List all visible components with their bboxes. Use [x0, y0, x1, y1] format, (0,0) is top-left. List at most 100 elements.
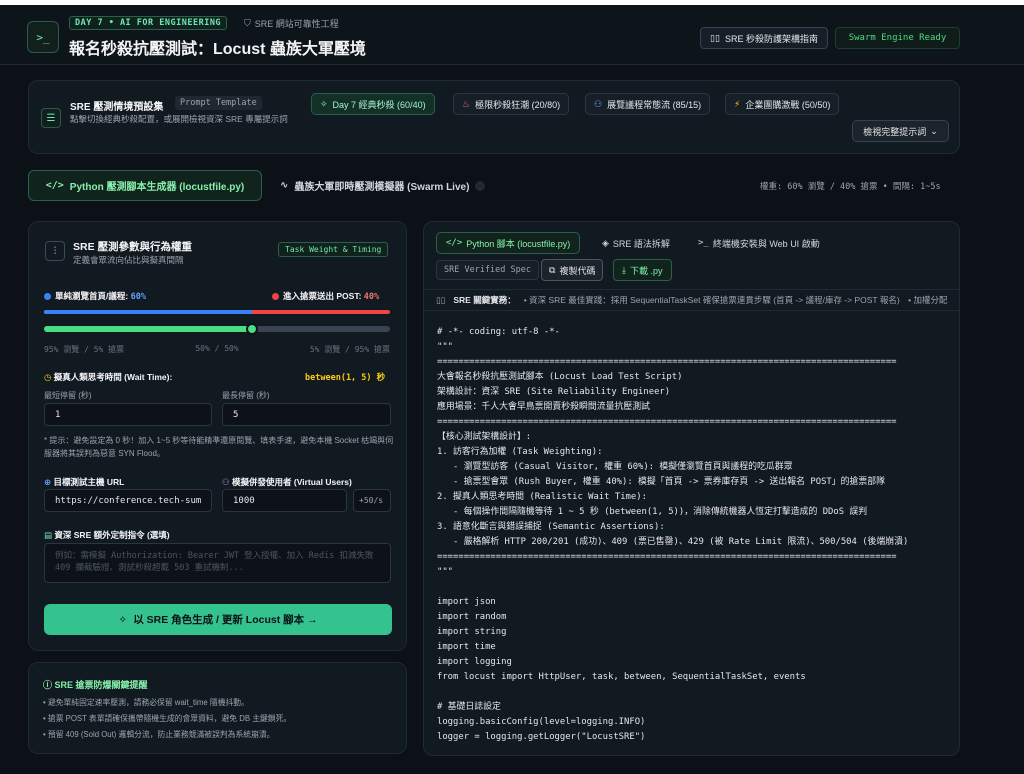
book-icon: ▯▯ [710, 32, 720, 43]
copy-code-button[interactable]: ⧉ 複製代碼 [541, 259, 604, 281]
extra-instructions-textarea[interactable]: 例如：需模擬 Authorization: Bearer JWT 登入授權、加入… [44, 543, 391, 583]
bolt-icon: ⚡ [734, 98, 741, 109]
extra-label: ▤ 資深 SRE 額外定制指令 (選填) [44, 530, 170, 540]
file-text-icon: ▤ [44, 530, 53, 540]
code-line: ========================================… [437, 357, 897, 367]
buy-label: 進入搶票送出 POST: 40% [272, 290, 379, 302]
code-line: """ [437, 567, 454, 577]
code-line: 3. 語意化斷言與錯誤捕捉 (Semantic Assertions): [437, 522, 665, 532]
prompt-template-tag: Prompt Template [175, 96, 262, 110]
host-label: ⊕ 目標測試主機 URL [44, 477, 125, 487]
browse-percent: 60% [130, 292, 146, 302]
code-line: 1. 訪客行為加權 (Task Weighting): [437, 447, 603, 457]
slider-ticks: 95% 瀏覽 / 5% 搶票 50% / 50% 5% 瀏覽 / 95% 搶票 [44, 344, 390, 355]
layers-icon: ◈ [602, 237, 609, 248]
preset-panel: ☰ SRE 壓測情境預設集 Prompt Template 點擊切換經典秒殺配置… [28, 80, 960, 154]
app-window: >_ DAY 7 • AI FOR ENGINEERING ⛉ SRE 網站可靠性… [0, 0, 1024, 774]
code-line: logging.basicConfig(level=logging.INFO) [437, 717, 646, 727]
host-url-input[interactable]: https://conference.tech-sum [44, 489, 212, 512]
guide-button[interactable]: ▯▯ SRE 秒殺防護架構指南 [700, 27, 828, 49]
flame-icon: ♨ [462, 98, 471, 109]
code-line: import string [437, 627, 507, 637]
tip-item: • 避免單純固定速率壓測，請務必保留 wait_time 隨機抖動。 [43, 698, 249, 707]
sre-label: ⛉ SRE 網站可靠性工程 [244, 18, 339, 29]
code-tab-script[interactable]: </> Python 腳本 (locustfile.py) [436, 232, 581, 254]
users-icon: ⚇ [594, 98, 603, 109]
verified-spec-badge: SRE Verified Spec [436, 260, 539, 280]
book-icon: ▯▯ [436, 294, 446, 305]
preset-chip-extreme[interactable]: ♨ 極限秒殺狂潮 (20/80) [453, 93, 570, 115]
tab-generator[interactable]: </> Python 壓測腳本生成器 (locustfile.py) [28, 170, 262, 201]
sparkle-icon: ✧ [118, 613, 128, 626]
params-title: SRE 壓測參數與行為權重 [73, 241, 193, 253]
tip-item: • 預留 409 (Sold Out) 邏輯分流，防止業務競滿被誤判為系統崩潰。 [43, 730, 275, 739]
code-tab-terminal[interactable]: >_ 終端機安裝與 Web UI 啟動 [698, 232, 820, 254]
max-wait-label: 最長停留 (秒) [222, 391, 270, 400]
red-dot-icon [272, 293, 279, 300]
globe-icon: ⊕ [44, 477, 52, 487]
weight-summary: 權重: 60% 瀏覽 / 40% 搶票 • 間隔: 1~5s [760, 182, 941, 192]
browse-label: 單純瀏覽首頁/議程: 60% [44, 290, 146, 302]
code-icon: </> [45, 180, 64, 191]
code-editor[interactable]: # -*- coding: utf-8 -*- """ ==============… [437, 325, 957, 745]
generate-button[interactable]: ✧ 以 SRE 角色生成 / 更新 Locust 腳本 → [44, 604, 392, 635]
code-line: import time [437, 642, 496, 652]
users-icon: ⚇ [222, 477, 230, 487]
min-wait-input[interactable]: 1 [44, 403, 212, 426]
terminal-logo-icon: >_ [27, 21, 59, 53]
tips-list: • 避免單純固定速率壓測，請務必保留 wait_time 隨機抖動。 • 搶票 … [43, 695, 291, 743]
preset-chip-classic[interactable]: ✧ Day 7 經典秒殺 (60/40) [311, 93, 435, 115]
engine-status-badge: Swarm Engine Ready [835, 27, 960, 49]
code-tab-breakdown[interactable]: ◈ SRE 語法拆解 [602, 232, 670, 254]
slider-handle[interactable] [245, 323, 258, 335]
code-line: 應用場景：千人大會早鳥票開賣秒殺瞬間流量抗壓測試 [437, 402, 650, 412]
preset-title: SRE 壓測情境預設集 [70, 102, 164, 113]
insight-bar: ▯▯ SRE 關鍵實務： • 資深 SRE 最佳實踐：採用 SequentialTa… [424, 289, 959, 311]
activity-icon: ∿ [280, 180, 289, 191]
wait-value: between(1, 5) 秒 [305, 373, 386, 383]
live-dot-icon [475, 180, 486, 191]
wait-note: * 提示：避免設定為 0 秒！加入 1~5 秒等待能精準還原閱覽、填表手速，避免… [44, 436, 394, 458]
sparkle-icon: ✧ [320, 98, 328, 109]
tip-item: • 搶票 POST 表單請確保攜帶隨機生成的會眾資料，避免 DB 主鍵鎖死。 [43, 714, 292, 723]
code-line: 2. 擬真人類思考時間 (Realistic Wait Time): [437, 492, 647, 502]
settings-sliders-icon: ⫶ [45, 241, 65, 261]
virtual-users-input[interactable]: 1000 [222, 489, 347, 512]
tips-panel: ⓘ SRE 搶票防爆關鍵提醒 • 避免單純固定速率壓測，請務必保留 wait_t… [28, 662, 407, 754]
copy-icon: ⧉ [549, 264, 556, 275]
shield-check-icon: ⛉ [244, 18, 251, 28]
tab-swarm-live[interactable]: ∿ 蟲族大軍即時壓測模擬器 (Swarm Live) [280, 170, 486, 201]
view-full-prompt-button[interactable]: 檢視完整提示詞 ⌄ [852, 120, 949, 142]
download-icon: ⤓ [622, 264, 626, 275]
buy-percent: 40% [363, 292, 380, 302]
weight-slider[interactable] [44, 323, 390, 335]
wait-label: ◷ 擬真人類思考時間 (Wait Time): [44, 372, 173, 382]
code-panel: </> Python 腳本 (locustfile.py) ◈ SRE 語法拆解 >… [423, 221, 960, 756]
code-line: # 基礎日誌設定 [437, 702, 501, 712]
spawn-rate[interactable]: +50/s [353, 489, 391, 512]
tick-right: 5% 瀏覽 / 95% 搶票 [309, 345, 390, 354]
code-line: import random [437, 612, 507, 622]
params-tag: Task Weight & Timing [278, 242, 389, 257]
preset-description: 點擊切換經典秒殺配置，或展開檢視資深 SRE 專屬提示詞 [70, 114, 288, 124]
code-line: - 每個操作間隔隨機等待 1 ~ 5 秒 (between(1, 5))，消除傳… [437, 507, 868, 517]
terminal-icon: >_ [698, 238, 709, 248]
code-line: - 搶票型會眾 (Rush Buyer, 權重 40%): 模擬「首頁 -> 票… [437, 477, 886, 487]
download-button[interactable]: ⤓ 下載 .py [613, 259, 672, 281]
tick-left: 95% 瀏覽 / 5% 搶票 [44, 345, 125, 354]
preset-chip-expo[interactable]: ⚇ 展覽議程常態流 (85/15) [585, 93, 711, 115]
slider-fill [44, 326, 252, 332]
users-label: ⚇ 模擬併發使用者 (Virtual Users) [222, 477, 352, 487]
day-badge: DAY 7 • AI FOR ENGINEERING [69, 16, 228, 30]
chevron-down-icon: ⌄ [930, 125, 938, 136]
code-line: import json [437, 597, 496, 607]
code-line: 大會報名秒殺抗壓測試腳本 (Locust Load Test Script) [437, 372, 683, 382]
tick-mid: 50% / 50% [195, 344, 239, 353]
code-line: from locust import HttpUser, task, betwe… [437, 672, 806, 682]
blue-dot-icon [44, 293, 51, 300]
code-line: 【核心測試架構設計】: [437, 432, 532, 442]
weight-bar-browse-fill [44, 310, 252, 314]
preset-chip-enterprise[interactable]: ⚡ 企業團購激戰 (50/50) [725, 93, 840, 115]
max-wait-input[interactable]: 5 [222, 403, 391, 426]
